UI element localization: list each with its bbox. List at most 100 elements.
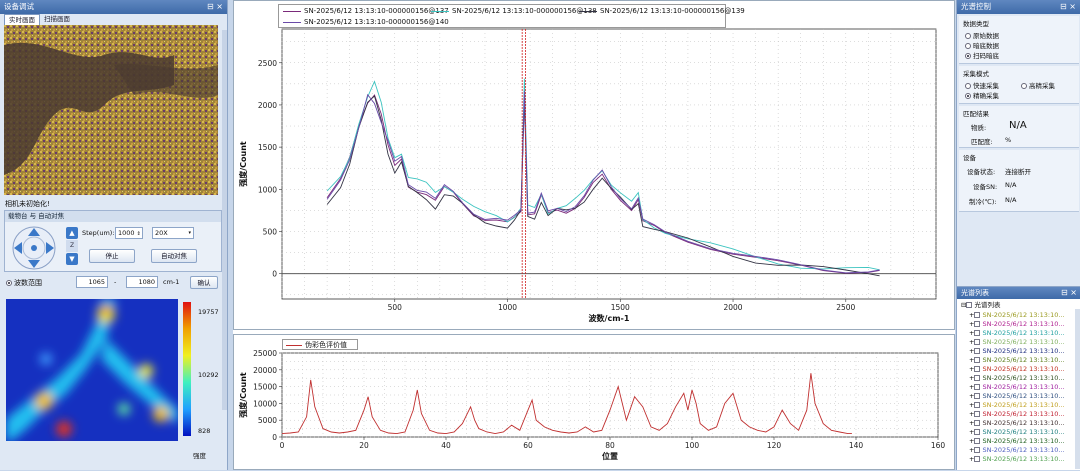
- list-panel-title: 光谱列表 ⊟ ×: [957, 287, 1080, 299]
- list-item[interactable]: + SN-2025/6/12 13:13:10...: [969, 374, 1065, 383]
- x-axis-label: 位置: [602, 451, 618, 461]
- data-type-dark-label: 暗底数据: [973, 42, 999, 50]
- data-type-raw-label: 原始数据: [973, 32, 999, 40]
- checkbox-icon[interactable]: [974, 411, 981, 417]
- list-item-label: SN-2025/6/12 13:13:10...: [982, 392, 1065, 400]
- checkbox-icon[interactable]: [966, 302, 973, 308]
- radio-precise[interactable]: 精确采集: [965, 90, 999, 100]
- list-scrollbar[interactable]: [1075, 309, 1080, 469]
- data-type-scan-dark-label: 扫码暗底: [973, 52, 999, 60]
- tab-live-view[interactable]: 实时画面: [4, 14, 40, 25]
- checkbox-icon[interactable]: [974, 420, 981, 426]
- list-item-label: SN-2025/6/12 13:13:10...: [982, 401, 1065, 409]
- z-axis-icon: Z: [66, 240, 78, 252]
- radio-scan-dark[interactable]: 扫码暗底: [965, 50, 999, 60]
- x-tick-label: 500: [388, 303, 403, 312]
- acq-precise-label: 精确采集: [973, 92, 999, 100]
- list-item[interactable]: + SN-2025/6/12 13:13:10...: [969, 455, 1065, 464]
- checkbox-icon[interactable]: [974, 366, 981, 372]
- device-sn-value: N/A: [1005, 181, 1017, 189]
- x-tick-label: 2000: [723, 303, 742, 312]
- radio-raw[interactable]: 原始数据: [965, 30, 999, 40]
- data-type-group: 数据类型 原始数据 暗底数据 扫码暗底: [959, 16, 1079, 64]
- autofocus-button[interactable]: 自动对焦: [151, 249, 197, 263]
- checkbox-icon[interactable]: [974, 429, 981, 435]
- list-item[interactable]: + SN-2025/6/12 13:13:10...: [969, 365, 1065, 374]
- substance-label: 物质:: [971, 124, 987, 132]
- list-item[interactable]: + SN-2025/6/12 13:13:10...: [969, 329, 1065, 338]
- spectrum-chart[interactable]: 500 1000 1500 2000 2500 0 500 1000 1500 2000 2500 波…: [234, 1, 956, 331]
- list-item[interactable]: + SN-2025/6/12 13:13:10...: [969, 428, 1065, 437]
- x-tick-label: 160: [931, 441, 946, 450]
- list-item[interactable]: + SN-2025/6/12 13:13:10...: [969, 356, 1065, 365]
- checkbox-icon[interactable]: [974, 339, 981, 345]
- list-item[interactable]: + SN-2025/6/12 13:13:10...: [969, 410, 1065, 419]
- y-axis-label: 强度/Count: [238, 141, 248, 187]
- profile-chart[interactable]: 0 20 40 60 80 100 120 140 160 0 5000 10000 15000 2000…: [234, 335, 956, 471]
- pin-icon[interactable]: ⊟ ×: [1060, 0, 1076, 14]
- x-tick-label: 120: [767, 441, 782, 450]
- checkbox-icon[interactable]: [974, 312, 981, 318]
- radio-icon: [965, 33, 971, 39]
- list-item[interactable]: + SN-2025/6/12 13:13:10...: [969, 446, 1065, 455]
- checkbox-icon[interactable]: [974, 375, 981, 381]
- spinner-icon[interactable]: ⇕: [137, 231, 141, 237]
- list-item[interactable]: + SN-2025/6/12 13:13:10...: [969, 347, 1065, 356]
- step-input[interactable]: 1000 ⇕: [115, 227, 143, 239]
- stop-button[interactable]: 停止: [89, 249, 135, 263]
- tree-root[interactable]: ⊟ 光谱列表: [961, 301, 1000, 310]
- camera-image: [4, 25, 218, 195]
- pin-icon[interactable]: ⊟ ×: [1061, 287, 1077, 299]
- y-tick-label: 500: [263, 228, 278, 237]
- wave-separator: -: [114, 278, 117, 286]
- checkbox-icon[interactable]: [974, 357, 981, 363]
- list-item[interactable]: + SN-2025/6/12 13:13:10...: [969, 392, 1065, 401]
- wave-unit: cm-1: [163, 278, 180, 286]
- confirm-button[interactable]: 确认: [190, 276, 218, 289]
- list-item-label: SN-2025/6/12 13:13:10...: [982, 437, 1065, 445]
- device-title: 设备: [963, 154, 976, 162]
- list-item[interactable]: + SN-2025/6/12 13:13:10...: [969, 437, 1065, 446]
- list-item[interactable]: + SN-2025/6/12 13:13:10...: [969, 320, 1065, 329]
- checkbox-icon[interactable]: [974, 321, 981, 327]
- checkbox-icon[interactable]: [974, 402, 981, 408]
- x-tick-label: 80: [605, 441, 615, 450]
- left-scrollbar[interactable]: [222, 30, 227, 410]
- pin-icon[interactable]: ⊟ ×: [207, 0, 223, 14]
- list-item[interactable]: + SN-2025/6/12 13:13:10...: [969, 419, 1065, 428]
- match-title: 匹配结果: [963, 110, 989, 118]
- checkbox-icon[interactable]: [974, 438, 981, 444]
- checkbox-icon[interactable]: [974, 348, 981, 354]
- objective-select[interactable]: 20X ▾: [152, 227, 194, 239]
- z-up-icon[interactable]: ▲: [66, 227, 78, 239]
- y-tick-label: 20000: [253, 366, 277, 375]
- radio-high-precision[interactable]: 高精采集: [1021, 80, 1055, 90]
- list-item-label: SN-2025/6/12 13:13:10...: [982, 365, 1065, 373]
- cooling-value: N/A: [1005, 196, 1017, 204]
- wave-range-radio[interactable]: 波数范围: [6, 278, 42, 288]
- spectrum-control-panel: 光谱控制 ⊟ × 数据类型 原始数据 暗底数据 扫码暗底 采集模式 快速采集 高精…: [956, 0, 1080, 470]
- device-status-value: 连接断开: [1005, 168, 1031, 176]
- direction-pad[interactable]: [11, 225, 57, 271]
- list-item[interactable]: + SN-2025/6/12 13:13:10...: [969, 383, 1065, 392]
- list-item[interactable]: + SN-2025/6/12 13:13:10...: [969, 401, 1065, 410]
- y-tick-label: 0: [272, 433, 277, 442]
- checkbox-icon[interactable]: [974, 456, 981, 462]
- wave-from-input[interactable]: 1065: [76, 276, 108, 288]
- checkbox-icon[interactable]: [974, 393, 981, 399]
- checkbox-icon[interactable]: [974, 330, 981, 336]
- checkbox-icon[interactable]: [974, 384, 981, 390]
- data-type-title: 数据类型: [963, 20, 989, 28]
- y-tick-label: 2500: [258, 59, 277, 68]
- list-item-label: SN-2025/6/12 13:13:10...: [982, 338, 1065, 346]
- radio-icon: [965, 53, 971, 59]
- wave-to-input[interactable]: 1080: [126, 276, 158, 288]
- radio-fast[interactable]: 快速采集: [965, 80, 999, 90]
- list-item[interactable]: + SN-2025/6/12 13:13:10...: [969, 338, 1065, 347]
- z-down-icon[interactable]: ▼: [66, 253, 78, 265]
- list-item[interactable]: + SN-2025/6/12 13:13:10...: [969, 311, 1065, 320]
- radio-dark[interactable]: 暗底数据: [965, 40, 999, 50]
- checkbox-icon[interactable]: [974, 447, 981, 453]
- tab-scan-view[interactable]: 扫描画面: [40, 14, 74, 25]
- radio-icon: [6, 280, 12, 286]
